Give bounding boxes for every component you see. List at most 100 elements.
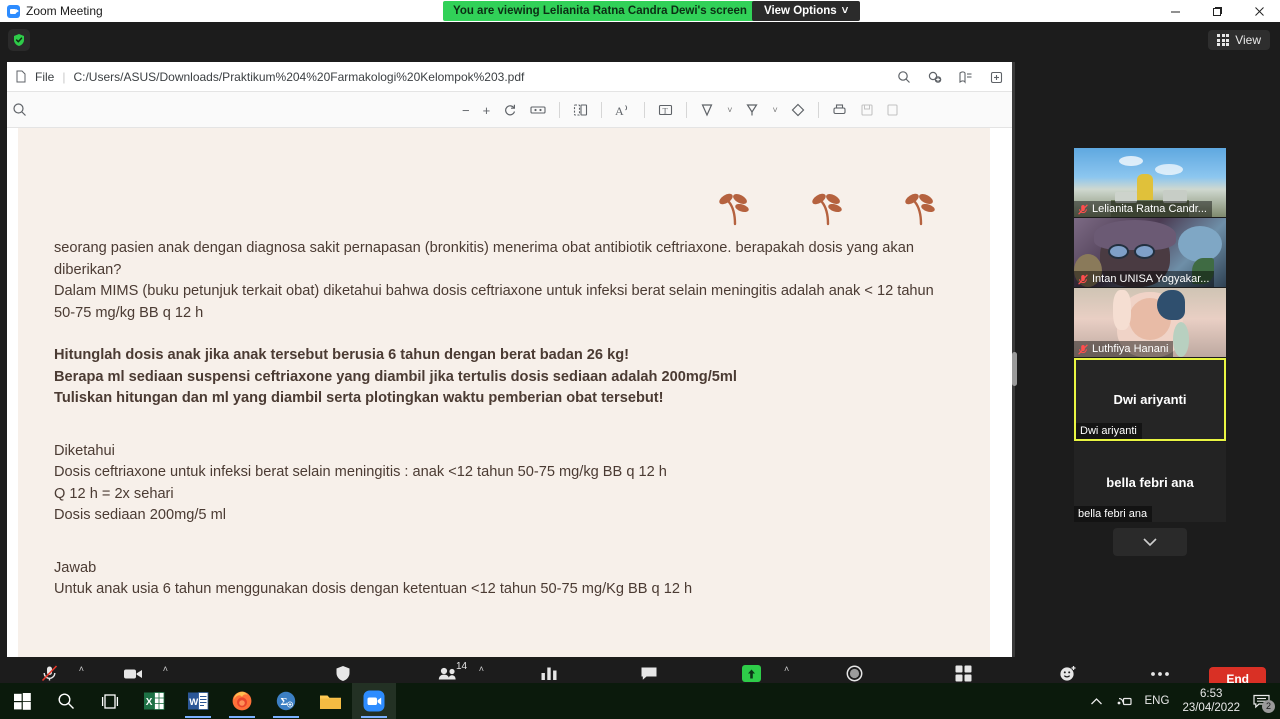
file-scheme-label: File xyxy=(35,69,55,84)
taskbar-mendeley-button[interactable]: Σ xyxy=(264,683,308,719)
microphone-muted-icon xyxy=(41,665,58,682)
word-icon: W xyxy=(188,692,209,710)
filmstrip-scroll-down-button[interactable] xyxy=(1113,528,1187,556)
close-button[interactable] xyxy=(1238,0,1280,22)
clock-time: 6:53 xyxy=(1200,688,1223,700)
participant-tile[interactable]: bella febri ana bella febri ana xyxy=(1074,442,1226,522)
shield-check-icon xyxy=(14,34,24,46)
draw-chevron-down-icon[interactable]: ˅ xyxy=(772,105,777,115)
svg-text:X: X xyxy=(146,697,153,708)
zoom-in-button[interactable]: + xyxy=(483,104,491,117)
highlighter-chevron-down-icon[interactable]: ˅ xyxy=(727,105,732,115)
sprout-icon xyxy=(719,193,749,226)
zoom-logo-icon xyxy=(7,4,20,18)
draw-button[interactable] xyxy=(745,103,759,117)
read-aloud-button[interactable]: A xyxy=(615,103,631,117)
participant-tile[interactable]: Intan UNISA Yogyakar... xyxy=(1074,218,1226,287)
fit-width-button[interactable] xyxy=(530,104,546,116)
zoom-add-icon[interactable] xyxy=(927,70,942,84)
shield-icon xyxy=(335,665,351,682)
save-button[interactable] xyxy=(860,103,874,117)
address-url-text: C:/Users/ASUS/Downloads/Praktikum%204%20… xyxy=(73,69,525,84)
taskbar-firefox-button[interactable] xyxy=(220,683,264,719)
participant-name: Intan UNISA Yogyakar... xyxy=(1092,273,1210,285)
pdf-page: seorang pasien anak dengan diagnosa saki… xyxy=(18,128,990,657)
chat-bubble-icon xyxy=(640,665,658,682)
sprout-icon xyxy=(812,193,842,226)
rotate-button[interactable] xyxy=(503,103,517,117)
view-layout-label: View xyxy=(1235,33,1261,47)
participant-name-bar: Lelianita Ratna Candr... xyxy=(1074,201,1212,217)
taskbar-zoom-button[interactable] xyxy=(352,683,396,719)
participant-name: bella febri ana xyxy=(1078,508,1148,520)
participant-tile[interactable]: Luthfiya Hanani xyxy=(1074,288,1226,357)
share-options-chevron-up-icon[interactable]: ˄ xyxy=(784,664,789,674)
browser-address-bar[interactable]: File | C:/Users/ASUS/Downloads/Praktikum… xyxy=(7,62,1012,92)
pdf-search-button[interactable] xyxy=(7,102,27,117)
record-icon xyxy=(846,665,863,682)
participant-tile[interactable]: Lelianita Ratna Candr... xyxy=(1074,148,1226,217)
collections-icon[interactable] xyxy=(958,70,973,84)
taskbar-start-button[interactable] xyxy=(0,683,44,719)
participant-tile-active-speaker[interactable]: Dwi ariyanti Dwi ariyanti xyxy=(1074,358,1226,441)
address-separator: | xyxy=(62,69,66,84)
doc-line: Dosis sediaan 200mg/5 ml xyxy=(54,507,226,523)
participant-name-bar: Luthfiya Hanani xyxy=(1074,341,1174,357)
muted-microphone-icon xyxy=(1078,273,1088,285)
windows-logo-icon xyxy=(13,692,31,710)
notification-badge: 2 xyxy=(1262,699,1275,713)
add-collection-icon[interactable] xyxy=(989,70,1004,84)
taskbar-word-button[interactable]: W xyxy=(176,683,220,719)
taskbar-file-explorer-button[interactable] xyxy=(308,683,352,719)
grid-icon xyxy=(1217,34,1230,46)
file-document-icon xyxy=(15,70,27,83)
audio-options-chevron-up-icon[interactable]: ˄ xyxy=(79,664,84,674)
participants-chevron-up-icon[interactable]: ˄ xyxy=(479,664,484,674)
share-resize-handle[interactable] xyxy=(1012,352,1017,386)
toolbar-divider xyxy=(644,102,646,118)
toolbar-divider xyxy=(686,102,688,118)
clock[interactable]: 6:53 23/04/2022 xyxy=(1182,687,1240,715)
maximize-button[interactable] xyxy=(1196,0,1238,22)
chevron-down-icon: ˅ xyxy=(841,5,849,17)
participant-name-bar: Dwi ariyanti xyxy=(1076,423,1142,439)
minimize-button[interactable] xyxy=(1154,0,1196,22)
video-options-chevron-up-icon[interactable]: ˄ xyxy=(163,664,168,674)
pdf-text-content: seorang pasien anak dengan diagnosa saki… xyxy=(54,238,954,601)
window-controls xyxy=(1154,0,1280,22)
window-title: Zoom Meeting xyxy=(26,4,103,18)
page-layout-button[interactable] xyxy=(573,103,588,117)
tray-expand-chevron-up-icon[interactable] xyxy=(1090,697,1103,706)
mendeley-icon: Σ xyxy=(276,691,296,711)
erase-button[interactable] xyxy=(791,103,805,117)
taskbar-excel-button[interactable]: X xyxy=(132,683,176,719)
screen-share-banner: You are viewing Lelianita Ratna Candra D… xyxy=(443,1,757,21)
polls-icon xyxy=(540,665,558,682)
more-tools-button[interactable] xyxy=(887,103,899,117)
clock-date: 23/04/2022 xyxy=(1182,702,1240,714)
taskbar-search-button[interactable] xyxy=(44,683,88,719)
network-icon[interactable] xyxy=(1116,695,1132,708)
add-text-button[interactable]: T xyxy=(658,103,673,117)
participant-name: Lelianita Ratna Candr... xyxy=(1092,203,1207,215)
toolbar-divider xyxy=(817,102,819,118)
task-view-icon xyxy=(101,693,119,709)
doc-line: Hitunglah dosis anak jika anak tersebut … xyxy=(54,347,629,363)
zoom-out-button[interactable]: − xyxy=(462,104,470,117)
find-icon[interactable] xyxy=(897,70,911,84)
svg-text:A: A xyxy=(615,104,624,117)
view-layout-button[interactable]: View xyxy=(1208,30,1270,50)
taskbar-task-view-button[interactable] xyxy=(88,683,132,719)
excel-icon: X xyxy=(144,692,165,710)
svg-text:T: T xyxy=(663,106,669,116)
doc-line: Untuk anak usia 6 tahun menggunakan dosi… xyxy=(54,581,693,597)
participant-display-name: Dwi ariyanti xyxy=(1113,392,1187,407)
language-indicator[interactable]: ENG xyxy=(1145,695,1170,707)
view-options-button[interactable]: View Options ˅ xyxy=(752,1,861,21)
highlighter-button[interactable] xyxy=(700,103,714,117)
print-button[interactable] xyxy=(832,103,847,117)
notification-center-button[interactable]: 2 xyxy=(1253,694,1275,713)
